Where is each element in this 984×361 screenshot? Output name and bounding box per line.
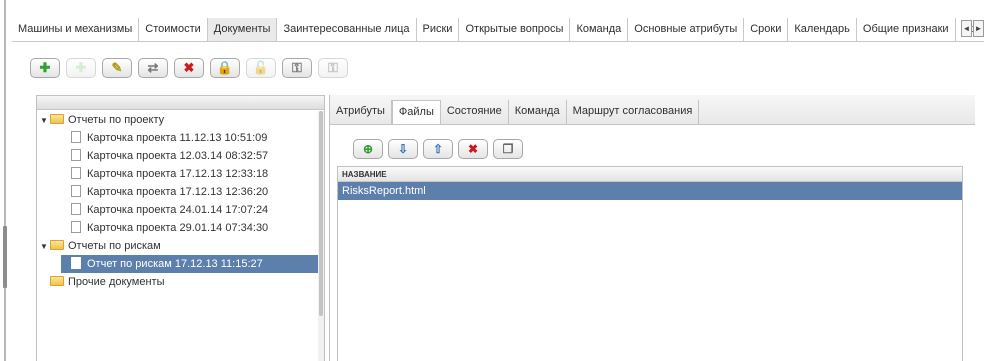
tree-item[interactable]: Карточка проекта 17.12.13 12:36:20 xyxy=(71,183,320,201)
key-disabled-button[interactable]: ⚿ xyxy=(318,58,348,78)
details-tab-3[interactable]: Команда xyxy=(509,100,567,124)
tree-item-label: Отчет по рискам 17.12.13 11:15:27 xyxy=(87,258,263,270)
scroll-left-icon[interactable]: ◄ xyxy=(961,20,972,37)
tab-7[interactable]: Основные атрибуты xyxy=(628,18,745,41)
section-tabs: Машины и механизмы Стоимости Документы Заин… xyxy=(12,18,984,42)
tab-0[interactable]: Машины и механизмы xyxy=(12,18,140,41)
tree-scrollbar-thumb[interactable] xyxy=(319,111,323,316)
table-row[interactable]: RisksReport.html xyxy=(338,182,962,200)
tab-1[interactable]: Стоимости xyxy=(139,18,208,41)
tab-3[interactable]: Заинтересованные лица xyxy=(277,18,417,41)
splitter-handle[interactable] xyxy=(3,226,7,288)
tab-6[interactable]: Команда xyxy=(570,18,629,41)
details-tabs: Атрибуты Файлы Состояние Команда Маршрут сог… xyxy=(330,95,975,125)
tab-8[interactable]: Сроки xyxy=(744,18,789,41)
documents-tree: ▼ Отчеты по проекту Карточка проекта 11.1… xyxy=(36,95,325,361)
tree-folder-other[interactable]: Прочие документы xyxy=(49,273,320,291)
download-icon: ⇩ xyxy=(397,142,409,156)
folder-label: Отчеты по проекту xyxy=(68,114,165,126)
download-button[interactable]: ⇩ xyxy=(388,139,418,159)
document-icon xyxy=(71,257,81,269)
document-icon xyxy=(71,203,81,215)
add-child-icon: ✚ xyxy=(75,60,87,75)
delete-icon: ✖ xyxy=(183,60,195,75)
tab-5[interactable]: Открытые вопросы xyxy=(459,18,571,41)
tree-item-label: Карточка проекта 17.12.13 12:33:18 xyxy=(87,168,269,180)
lock-button[interactable]: 🔒 xyxy=(210,58,240,78)
tab-9[interactable]: Календарь xyxy=(788,18,857,41)
add-file-button[interactable]: ⊕ xyxy=(353,139,383,159)
copy-button[interactable]: ❐ xyxy=(493,139,523,159)
copy-icon: ❐ xyxy=(502,142,514,156)
tree-item[interactable]: Карточка проекта 12.03.14 08:32:57 xyxy=(71,147,320,165)
add-child-button[interactable]: ✚ xyxy=(66,58,96,78)
tree-item-selected[interactable]: Отчет по рискам 17.12.13 11:15:27 xyxy=(61,255,320,273)
key-icon: ⚿ xyxy=(292,60,302,75)
documents-toolbar: ✚ ✚ ✎ ⇄ ✖ 🔒 🔓 ⚿ ⚿ xyxy=(30,58,348,78)
delete-button[interactable]: ✖ xyxy=(174,58,204,78)
expand-icon[interactable]: ▼ xyxy=(39,112,49,130)
folder-icon xyxy=(50,276,64,286)
document-icon xyxy=(71,149,81,161)
folder-icon xyxy=(50,240,64,250)
tree-item[interactable]: Карточка проекта 29.01.14 07:34:30 xyxy=(71,219,320,237)
lock-icon: 🔒 xyxy=(216,60,234,75)
details-tab-0[interactable]: Атрибуты xyxy=(330,100,392,124)
move-icon: ⇄ xyxy=(147,60,159,75)
column-header-name[interactable]: НАЗВАНИЕ xyxy=(338,167,962,182)
unlock-button[interactable]: 🔓 xyxy=(246,58,276,78)
delete-file-icon: ✖ xyxy=(467,142,479,156)
upload-icon: ⇧ xyxy=(432,142,444,156)
splitter-line xyxy=(4,0,6,361)
tree-item[interactable]: Карточка проекта 17.12.13 12:33:18 xyxy=(71,165,320,183)
edit-icon: ✎ xyxy=(111,60,123,75)
scroll-right-icon[interactable]: ► xyxy=(973,20,984,37)
move-button[interactable]: ⇄ xyxy=(138,58,168,78)
add-icon: ✚ xyxy=(39,60,51,75)
upload-button[interactable]: ⇧ xyxy=(423,139,453,159)
expand-icon[interactable]: ▼ xyxy=(39,238,49,256)
tree-item[interactable]: Карточка проекта 11.12.13 10:51:09 xyxy=(71,129,320,147)
tab-4[interactable]: Риски xyxy=(416,18,460,41)
tree-item-label: Карточка проекта 11.12.13 10:51:09 xyxy=(87,132,268,144)
details-tab-1[interactable]: Файлы xyxy=(391,100,441,124)
document-details: Атрибуты Файлы Состояние Команда Маршрут сог… xyxy=(329,95,975,361)
tree-folder-project[interactable]: ▼ Отчеты по проекту xyxy=(39,111,320,129)
files-grid: НАЗВАНИЕ RisksReport.html xyxy=(337,166,963,361)
document-icon xyxy=(71,131,81,143)
unlock-icon: 🔓 xyxy=(252,60,270,75)
tree-header xyxy=(37,96,324,110)
tree-folder-risks[interactable]: ▼ Отчеты по рискам xyxy=(39,237,320,255)
tab-scroll-buttons: ◄ ► xyxy=(961,20,984,37)
key-button[interactable]: ⚿ xyxy=(282,58,312,78)
tree-item-label: Карточка проекта 12.03.14 08:32:57 xyxy=(87,150,269,162)
tree-scrollbar[interactable] xyxy=(318,111,324,361)
tree-item-label: Карточка проекта 17.12.13 12:36:20 xyxy=(87,186,269,198)
files-toolbar: ⊕ ⇩ ⇧ ✖ ❐ xyxy=(353,139,523,159)
folder-label: Прочие документы xyxy=(68,276,165,288)
folder-icon xyxy=(50,114,64,124)
left-splitter[interactable] xyxy=(0,0,12,361)
tab-2[interactable]: Документы xyxy=(207,18,278,41)
add-file-icon: ⊕ xyxy=(362,142,374,156)
add-button[interactable]: ✚ xyxy=(30,58,60,78)
key-disabled-icon: ⚿ xyxy=(328,60,338,75)
document-icon xyxy=(71,167,81,179)
details-tab-2[interactable]: Состояние xyxy=(441,100,509,124)
tree-item[interactable]: Карточка проекта 24.01.14 17:07:24 xyxy=(71,201,320,219)
delete-file-button[interactable]: ✖ xyxy=(458,139,488,159)
edit-button[interactable]: ✎ xyxy=(102,58,132,78)
document-icon xyxy=(71,221,81,233)
document-icon xyxy=(71,185,81,197)
tab-10[interactable]: Общие признаки xyxy=(856,18,956,41)
folder-label: Отчеты по рискам xyxy=(68,240,161,252)
tree-item-label: Карточка проекта 29.01.14 07:34:30 xyxy=(87,222,269,234)
tree-item-label: Карточка проекта 24.01.14 17:07:24 xyxy=(87,204,269,216)
details-tab-4[interactable]: Маршрут согласования xyxy=(567,100,700,124)
